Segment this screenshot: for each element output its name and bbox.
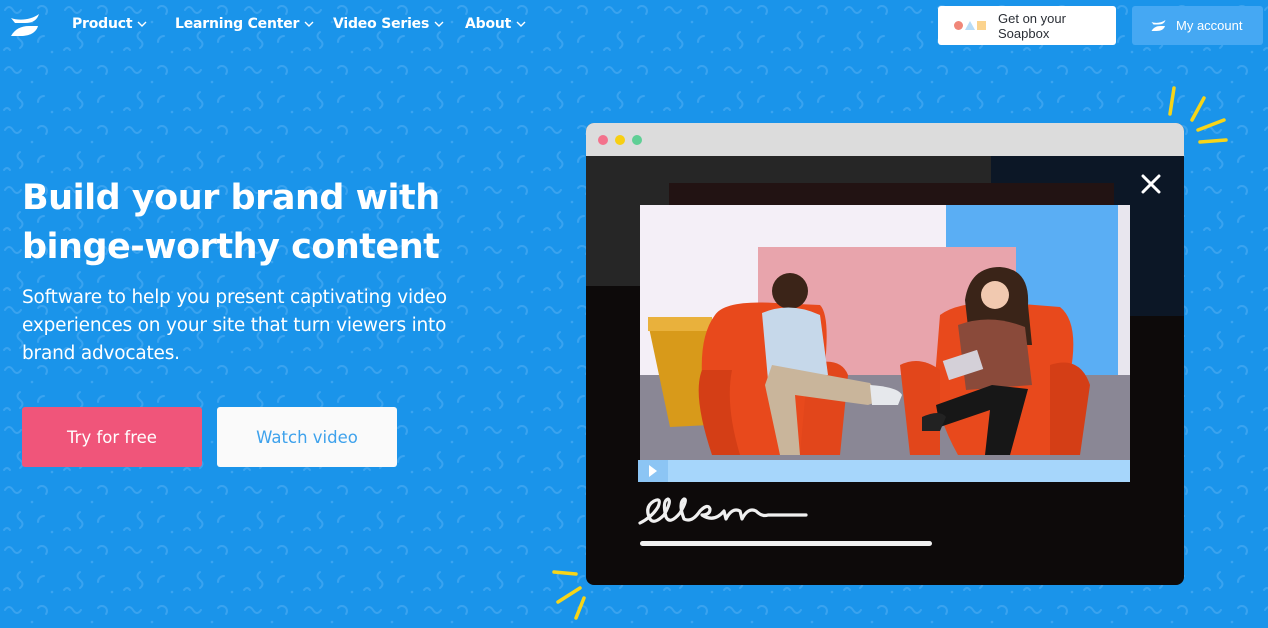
- spark-decoration-top-icon: [1168, 86, 1228, 144]
- watch-video-button[interactable]: Watch video: [217, 407, 397, 467]
- hero-title-line1: Build your brand with: [22, 178, 440, 218]
- chevron-down-icon: [137, 21, 147, 27]
- nav-about[interactable]: About: [465, 16, 526, 32]
- signature-scribble-icon: [638, 497, 808, 525]
- chevron-down-icon: [516, 21, 526, 27]
- nav-video-series-label: Video Series: [333, 16, 430, 32]
- my-account-label: My account: [1176, 18, 1243, 33]
- chevron-down-icon: [304, 21, 314, 27]
- wistia-logo-icon[interactable]: [9, 12, 41, 38]
- nav-learning-center[interactable]: Learning Center: [175, 16, 314, 32]
- nav-product-label: Product: [72, 16, 133, 32]
- chevron-down-icon: [434, 21, 444, 27]
- signature-underline: [640, 541, 932, 546]
- square-shape-icon: [977, 21, 986, 30]
- hero-subtitle: Software to help you present captivating…: [22, 287, 447, 364]
- soapbox-button-label: Get on your Soapbox: [998, 10, 1066, 41]
- play-icon[interactable]: [649, 465, 657, 477]
- video-progress-bar[interactable]: [638, 460, 1130, 482]
- window-maximize-dot: [632, 135, 642, 145]
- window-close-dot: [598, 135, 608, 145]
- window-titlebar: [586, 123, 1184, 156]
- wistia-logo-icon: [1151, 20, 1166, 31]
- top-navigation: Product Learning Center Video Series Abo…: [0, 0, 1268, 52]
- nav-learning-center-label: Learning Center: [175, 16, 300, 32]
- video-thumbnail[interactable]: [640, 205, 1130, 460]
- video-preview-window: [586, 123, 1184, 585]
- nav-product[interactable]: Product: [72, 16, 147, 32]
- spark-decoration-bottom-icon: [552, 570, 586, 620]
- close-icon[interactable]: [1140, 173, 1162, 195]
- nav-video-series[interactable]: Video Series: [333, 16, 444, 32]
- soapbox-button[interactable]: Get on your Soapbox: [938, 6, 1116, 45]
- nav-about-label: About: [465, 16, 512, 32]
- circle-shape-icon: [954, 21, 963, 30]
- hero-title: Build your brand with binge-worthy conte…: [22, 174, 482, 272]
- my-account-button[interactable]: My account: [1132, 6, 1263, 45]
- soapbox-shapes-icon: [954, 21, 986, 30]
- hero-title-line2: binge-worthy content: [22, 227, 440, 267]
- window-minimize-dot: [615, 135, 625, 145]
- triangle-shape-icon: [965, 21, 975, 30]
- try-for-free-button[interactable]: Try for free: [22, 407, 202, 467]
